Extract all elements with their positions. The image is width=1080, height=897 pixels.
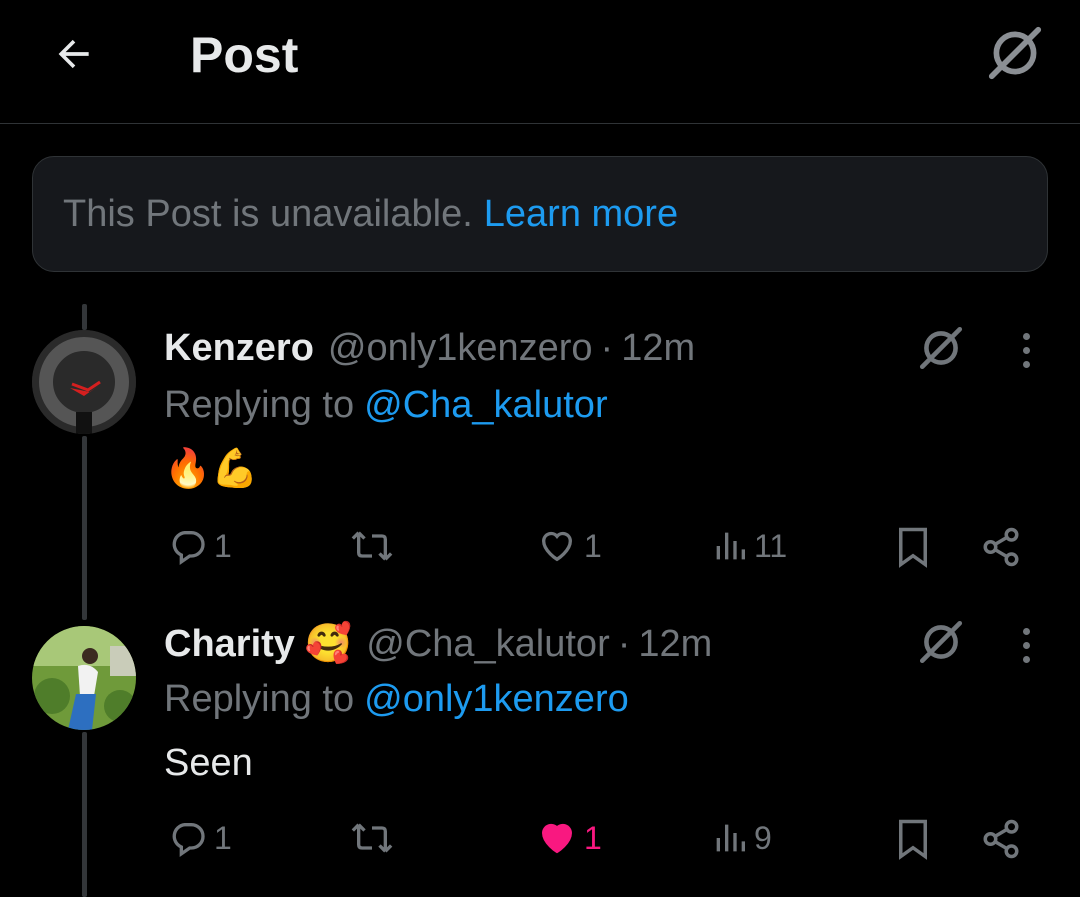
notice-text: This Post is unavailable. <box>63 192 473 235</box>
reply-count: 1 <box>214 527 232 564</box>
avatar[interactable] <box>32 626 136 730</box>
timestamp[interactable]: 12m <box>638 621 712 667</box>
grok-icon <box>919 620 963 664</box>
view-count: 11 <box>754 527 788 564</box>
views-button[interactable]: 11 <box>712 526 787 566</box>
author-handle[interactable]: @Cha_kalutor <box>366 621 609 667</box>
author-handle[interactable]: @only1kenzero <box>328 325 593 371</box>
author-name-emoji: 🥰 <box>304 623 353 665</box>
heart-icon <box>541 823 573 854</box>
reply-handle-link[interactable]: @only1kenzero <box>364 678 629 720</box>
share-icon <box>983 819 1019 859</box>
bookmark-button[interactable] <box>894 526 932 568</box>
separator-dot: · <box>600 327 614 369</box>
replying-to-label: Replying to <box>164 384 355 426</box>
separator-dot: · <box>617 623 631 665</box>
timestamp[interactable]: 12m <box>621 325 695 371</box>
grok-button[interactable] <box>984 22 1046 84</box>
page-title: Post <box>190 27 299 83</box>
thread-line <box>82 436 87 620</box>
reply-icon <box>172 823 205 858</box>
top-app-bar: Post <box>0 0 1080 124</box>
tweet-text: 🔥💪 <box>164 448 259 490</box>
tweet-header: Kenzero @only1kenzero · 12m <box>164 325 695 371</box>
repost-icon <box>351 823 393 853</box>
views-button[interactable]: 9 <box>712 818 772 858</box>
heart-icon <box>541 531 573 562</box>
reply-handle-link[interactable]: @Cha_kalutor <box>364 384 607 426</box>
tweet-text: Seen <box>164 742 253 784</box>
grok-button[interactable] <box>916 617 966 667</box>
grok-button[interactable] <box>916 323 966 373</box>
grok-icon <box>919 326 963 370</box>
thread-line <box>82 732 87 897</box>
author-name[interactable]: Kenzero <box>164 325 314 371</box>
bookmark-button[interactable] <box>894 818 932 860</box>
views-icon <box>716 532 745 560</box>
like-count: 1 <box>584 819 602 856</box>
share-button[interactable] <box>980 818 1022 860</box>
avatar-image <box>32 626 136 730</box>
replying-to-label: Replying to <box>164 678 355 720</box>
learn-more-link[interactable]: Learn more <box>484 193 678 236</box>
avatar-image <box>32 330 136 434</box>
share-button[interactable] <box>980 526 1022 568</box>
bookmark-icon <box>899 819 927 860</box>
like-count: 1 <box>584 527 602 564</box>
tweet-header: Charity 🥰 @Cha_kalutor · 12m <box>164 621 712 667</box>
back-arrow-icon <box>58 39 89 69</box>
more-icon[interactable] <box>1010 620 1042 670</box>
reply-button[interactable]: 1 <box>168 526 232 566</box>
grok-icon <box>988 26 1042 80</box>
back-button[interactable] <box>48 28 100 80</box>
repost-button[interactable] <box>350 818 400 858</box>
like-button[interactable]: 1 <box>536 526 602 566</box>
reply-icon <box>172 531 205 566</box>
repost-icon <box>351 531 393 561</box>
avatar[interactable] <box>32 330 136 434</box>
bookmark-icon <box>899 527 927 568</box>
reply-count: 1 <box>214 819 232 856</box>
replying-to: Replying to @Cha_kalutor <box>164 382 608 428</box>
unavailable-post-notice: This Post is unavailable. Learn more <box>32 156 1048 272</box>
reply-button[interactable]: 1 <box>168 818 232 858</box>
thread-line <box>82 304 87 330</box>
author-name[interactable]: Charity <box>164 621 295 667</box>
views-icon <box>716 824 745 852</box>
repost-button[interactable] <box>350 526 400 566</box>
replying-to: Replying to @only1kenzero <box>164 676 629 722</box>
more-icon[interactable] <box>1010 325 1042 375</box>
like-button[interactable]: 1 <box>536 818 602 858</box>
share-icon <box>983 527 1019 567</box>
view-count: 9 <box>754 819 772 856</box>
